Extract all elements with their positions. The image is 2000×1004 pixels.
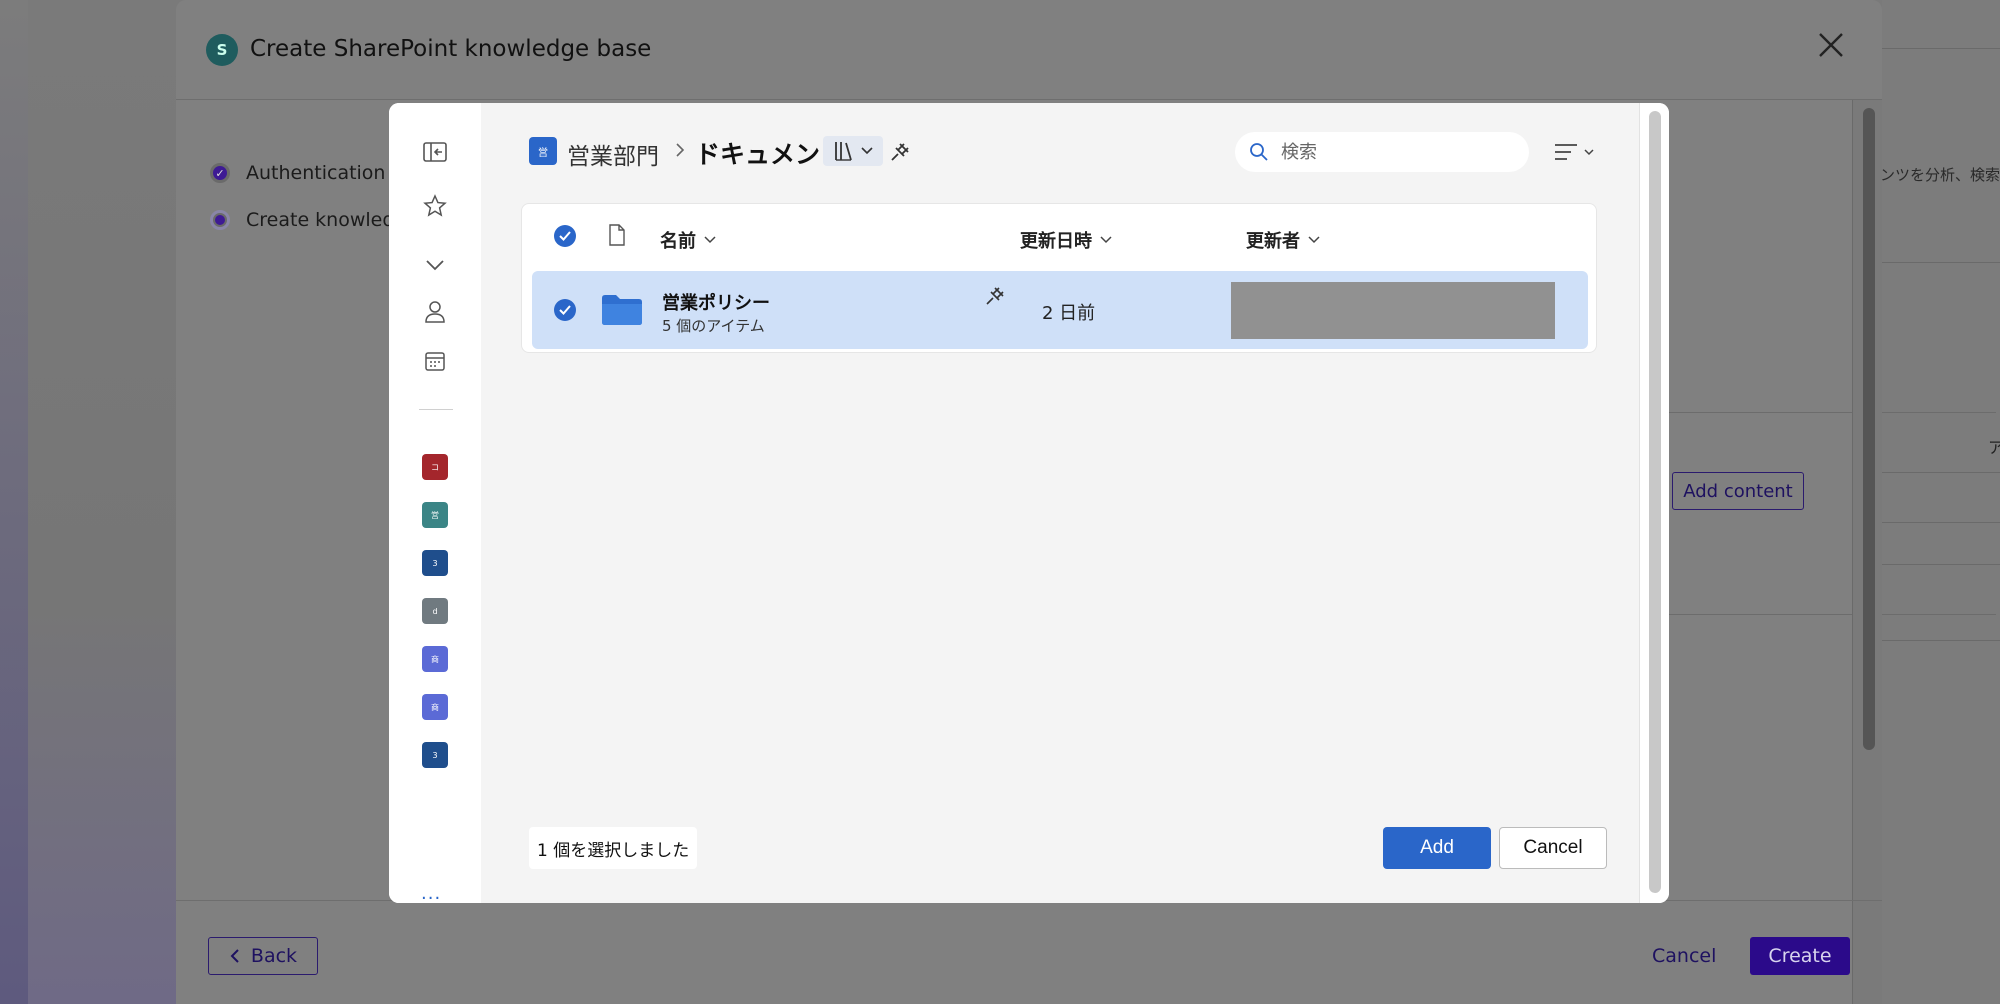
table-row[interactable]: 営業ポリシー 5 個のアイテム 2 日前 bbox=[532, 271, 1588, 349]
current-step-icon bbox=[210, 210, 230, 230]
background-left-strip bbox=[0, 0, 28, 1004]
item-count: 5 個のアイテム bbox=[662, 317, 765, 335]
check-icon: ✓ bbox=[210, 163, 230, 183]
file-name[interactable]: 営業ポリシー bbox=[662, 289, 770, 315]
library-switcher[interactable] bbox=[823, 136, 883, 166]
check-icon bbox=[559, 305, 571, 315]
column-label: 名前 bbox=[660, 231, 696, 252]
rail-site-tile[interactable]: d bbox=[422, 598, 448, 624]
selection-count: 1 個を選択しました bbox=[529, 827, 698, 869]
calendar-icon[interactable] bbox=[421, 347, 449, 375]
chevron-down-icon bbox=[1308, 236, 1320, 244]
rail-site-tile[interactable]: 3 bbox=[422, 742, 448, 768]
library-icon bbox=[835, 142, 852, 161]
modified-date: 2 日前 bbox=[1042, 303, 1096, 324]
step-create-knowledge[interactable]: Create knowledge bbox=[210, 209, 418, 231]
rail-site-tile[interactable]: 商 bbox=[422, 646, 448, 672]
site-icon: 営 bbox=[529, 137, 557, 165]
modal-scrollbar[interactable] bbox=[1863, 108, 1875, 750]
row-checkbox[interactable] bbox=[554, 299, 576, 321]
person-icon[interactable] bbox=[421, 298, 449, 326]
back-label: Back bbox=[250, 945, 298, 967]
breadcrumb-site[interactable]: 営業部門 bbox=[567, 137, 659, 171]
close-icon[interactable] bbox=[1816, 30, 1846, 67]
file-list: 名前 更新日時 更新者 営業ポリシー 5 個のアイテム 2 日前 bbox=[521, 203, 1597, 353]
cancel-button[interactable]: Cancel bbox=[1499, 827, 1607, 869]
chevron-left-icon bbox=[230, 949, 239, 963]
back-button[interactable]: Back bbox=[208, 937, 318, 975]
background-column-letter: ア bbox=[1988, 438, 2000, 457]
list-view-icon bbox=[1555, 144, 1577, 160]
background-right-area bbox=[1882, 0, 2000, 1004]
pin-icon[interactable] bbox=[887, 139, 913, 165]
chevron-down-icon bbox=[704, 236, 716, 244]
more-sites-icon[interactable]: ... bbox=[421, 883, 441, 903]
pin-icon[interactable] bbox=[984, 285, 1006, 307]
folder-icon bbox=[602, 295, 642, 325]
chevron-down-icon[interactable] bbox=[421, 251, 449, 279]
search-box[interactable] bbox=[1235, 132, 1529, 172]
rail-site-tile[interactable]: 営 bbox=[422, 502, 448, 528]
step-authentication[interactable]: ✓ Authentication m bbox=[210, 162, 410, 184]
modified-by-redacted bbox=[1231, 282, 1555, 339]
picker-scrollbar[interactable] bbox=[1649, 111, 1661, 893]
view-options-button[interactable] bbox=[1549, 137, 1599, 167]
file-type-icon bbox=[608, 224, 626, 246]
column-label: 更新者 bbox=[1246, 231, 1300, 252]
search-icon bbox=[1250, 143, 1268, 161]
picker-nav-rail: コ営3d商商3 ... bbox=[389, 103, 481, 903]
chevron-right-icon bbox=[675, 139, 685, 163]
search-input[interactable] bbox=[1281, 141, 1501, 163]
create-button[interactable]: Create bbox=[1750, 937, 1850, 975]
collapse-pane-icon[interactable] bbox=[421, 138, 449, 166]
column-label: 更新日時 bbox=[1020, 231, 1092, 252]
check-icon bbox=[554, 225, 576, 247]
rail-site-tile[interactable]: 商 bbox=[422, 694, 448, 720]
modal-footer: Back Cancel Create bbox=[176, 900, 1882, 1004]
column-header-name[interactable]: 名前 bbox=[660, 227, 716, 253]
chevron-down-icon bbox=[1584, 148, 1594, 155]
add-button[interactable]: Add bbox=[1383, 827, 1491, 869]
file-picker-dialog: コ営3d商商3 ... 営 営業部門 ドキュメント 名前 bbox=[389, 103, 1669, 903]
background-description-text: ンツを分析、検索 bbox=[1880, 166, 2000, 184]
add-content-button[interactable]: Add content bbox=[1672, 472, 1804, 510]
chevron-down-icon bbox=[1100, 236, 1112, 244]
modal-header: S Create SharePoint knowledge base bbox=[176, 0, 1882, 100]
modal-title: Create SharePoint knowledge base bbox=[250, 36, 652, 62]
sharepoint-logo-icon: S bbox=[206, 34, 238, 66]
rail-site-tile[interactable]: 3 bbox=[422, 550, 448, 576]
chevron-down-icon bbox=[861, 147, 873, 155]
modal-cancel-button[interactable]: Cancel bbox=[1652, 945, 1716, 967]
divider bbox=[1656, 614, 1996, 615]
step-label: Authentication m bbox=[246, 162, 411, 184]
column-header-modified-by[interactable]: 更新者 bbox=[1246, 227, 1320, 253]
select-all-checkbox[interactable] bbox=[554, 225, 576, 247]
rail-divider bbox=[419, 409, 453, 410]
column-header-modified[interactable]: 更新日時 bbox=[1020, 227, 1112, 253]
rail-site-tile[interactable]: コ bbox=[422, 454, 448, 480]
divider bbox=[1656, 412, 1996, 413]
star-icon[interactable] bbox=[421, 192, 449, 220]
